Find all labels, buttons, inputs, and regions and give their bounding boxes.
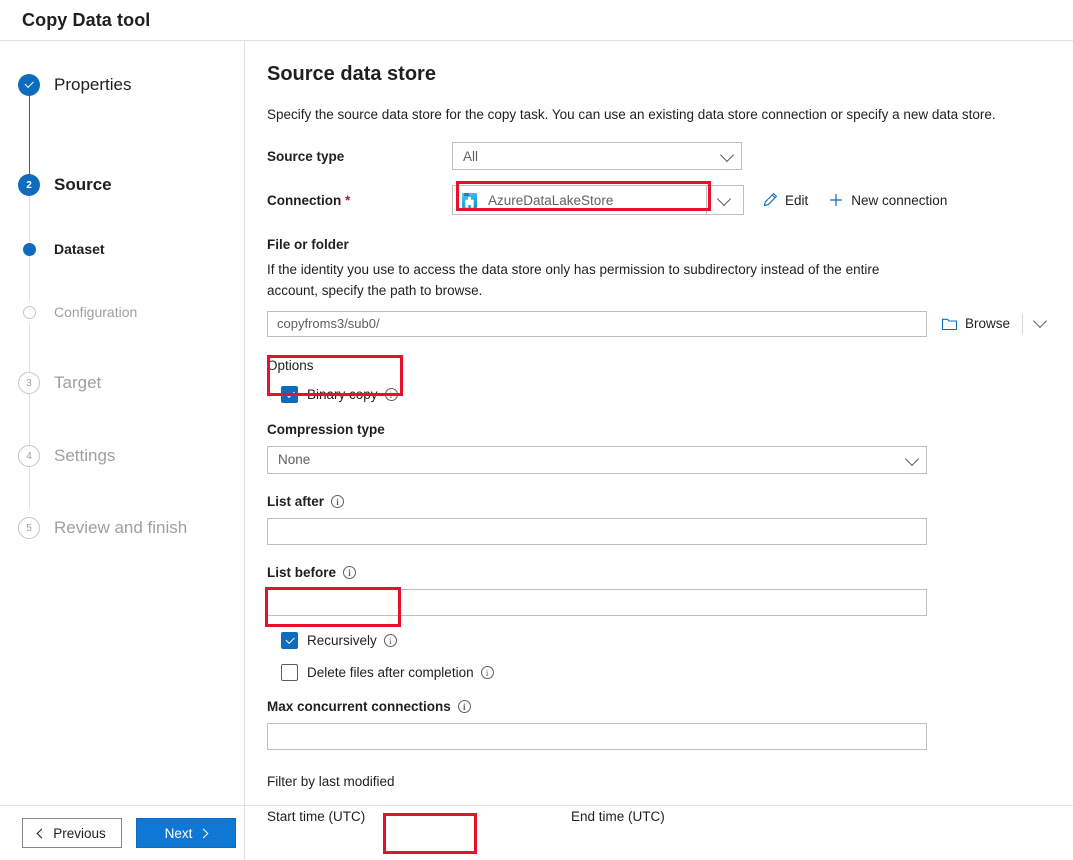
source-type-label: Source type xyxy=(267,148,345,164)
main-content: Source data store Specify the source dat… xyxy=(245,41,1073,860)
step-label-source: Source xyxy=(54,175,112,194)
delete-files-label: Delete files after completion xyxy=(307,664,474,680)
chevron-left-icon xyxy=(36,828,47,838)
step-number-4: 4 xyxy=(18,445,40,467)
file-path-input[interactable]: copyfroms3/sub0/ xyxy=(267,310,927,337)
sidebar-item-configuration[interactable]: Configuration xyxy=(0,294,244,330)
step-number-3: 3 xyxy=(18,372,40,394)
source-type-dropdown[interactable]: All xyxy=(452,142,742,170)
step-check-icon xyxy=(18,74,40,96)
compression-type-value: None xyxy=(278,452,311,468)
info-icon[interactable]: i xyxy=(457,699,471,713)
list-after-input[interactable] xyxy=(267,517,927,545)
chevron-down-icon[interactable] xyxy=(1032,314,1048,329)
list-before-input[interactable] xyxy=(267,588,927,616)
section-title: Source data store xyxy=(267,63,436,85)
step-label-dataset: Dataset xyxy=(54,241,105,257)
file-or-folder-title: File or folder xyxy=(267,237,349,252)
browse-group: Browse xyxy=(941,313,1048,334)
chevron-right-icon xyxy=(198,828,209,838)
delete-files-checkbox[interactable] xyxy=(281,663,298,681)
next-button[interactable]: Next xyxy=(136,818,236,848)
new-connection-label: New connection xyxy=(851,192,948,208)
binary-copy-label: Binary copy xyxy=(307,386,378,402)
wizard-footer: Previous Next xyxy=(0,805,1073,860)
connection-combobox[interactable]: AzureDataLakeStore xyxy=(452,185,744,215)
previous-button[interactable]: Previous xyxy=(22,818,122,848)
recursively-label: Recursively xyxy=(307,632,377,648)
wizard-steps: Properties 2 Source Dataset Configuratio… xyxy=(0,41,244,546)
file-path-row: copyfroms3/sub0/ Browse xyxy=(267,310,1073,337)
required-marker: * xyxy=(345,192,351,208)
max-concurrent-connections-label-row: Max concurrent connections i xyxy=(267,699,1073,714)
sidebar-item-review-and-finish[interactable]: 5 Review and finish xyxy=(0,510,244,546)
connection-value: AzureDataLakeStore xyxy=(488,192,614,208)
connection-row: Connection * AzureDataLakeStore Edit New… xyxy=(267,185,1073,215)
connection-dropdown-button[interactable] xyxy=(706,185,744,215)
sidebar-item-source[interactable]: 2 Source xyxy=(0,167,244,203)
app-header: Copy Data tool xyxy=(0,0,1073,41)
list-before-label: List before xyxy=(267,564,337,580)
delete-files-row[interactable]: Delete files after completion i xyxy=(281,663,1073,681)
list-after-label-row: List after i xyxy=(267,494,1073,509)
wizard-stepper-rail: Properties 2 Source Dataset Configuratio… xyxy=(0,41,245,860)
sidebar-item-dataset[interactable]: Dataset xyxy=(0,231,244,267)
file-or-folder-help: If the identity you use to access the da… xyxy=(267,262,880,298)
info-icon[interactable]: i xyxy=(343,565,357,579)
connection-input[interactable]: AzureDataLakeStore xyxy=(452,185,706,215)
plus-icon xyxy=(828,192,844,208)
sidebar-item-target[interactable]: 3 Target xyxy=(0,365,244,401)
max-concurrent-connections-label: Max concurrent connections xyxy=(267,698,451,714)
compression-type-label-row: Compression type xyxy=(267,422,1073,437)
info-icon[interactable]: i xyxy=(480,665,494,679)
section-description: Specify the source data store for the co… xyxy=(267,107,996,122)
browse-label: Browse xyxy=(965,316,1011,332)
chevron-down-icon xyxy=(904,451,920,466)
step-label-review-and-finish: Review and finish xyxy=(54,518,188,537)
list-after-label: List after xyxy=(267,493,325,509)
sidebar-item-properties[interactable]: Properties xyxy=(0,67,244,103)
step-number-5: 5 xyxy=(18,517,40,539)
source-type-value: All xyxy=(463,148,479,164)
previous-label: Previous xyxy=(53,825,106,841)
folder-icon xyxy=(941,316,958,331)
source-type-row: Source type All xyxy=(267,142,1073,170)
list-before-label-row: List before i xyxy=(267,565,1073,580)
connection-label: Connection * xyxy=(267,193,452,208)
step-label-settings: Settings xyxy=(54,446,116,465)
binary-copy-checkbox[interactable] xyxy=(281,385,298,403)
azure-data-lake-store-icon xyxy=(462,192,477,208)
binary-copy-row[interactable]: Binary copy i xyxy=(281,385,1073,403)
pencil-icon xyxy=(762,192,778,208)
compression-type-dropdown[interactable]: None xyxy=(267,445,927,474)
max-concurrent-connections-input[interactable] xyxy=(267,722,927,750)
sidebar-item-settings[interactable]: 4 Settings xyxy=(0,438,244,474)
page-title: Copy Data tool xyxy=(22,9,151,30)
toolbar-divider xyxy=(1022,313,1024,334)
step-number-2: 2 xyxy=(18,174,40,196)
new-connection-button[interactable]: New connection xyxy=(828,192,947,208)
edit-connection-button[interactable]: Edit xyxy=(762,192,808,208)
page-body: Properties 2 Source Dataset Configuratio… xyxy=(0,41,1073,860)
options-title: Options xyxy=(267,357,314,373)
info-icon[interactable]: i xyxy=(331,494,345,508)
compression-type-label: Compression type xyxy=(267,421,385,437)
info-icon[interactable]: i xyxy=(384,387,398,401)
edit-label: Edit xyxy=(785,192,809,208)
recursively-row[interactable]: Recursively i xyxy=(281,631,1073,649)
step-label-configuration: Configuration xyxy=(54,304,138,320)
connection-label-text: Connection xyxy=(267,192,342,208)
recursively-checkbox[interactable] xyxy=(281,631,298,649)
next-label: Next xyxy=(164,825,193,841)
step-circle-icon xyxy=(18,301,40,323)
filter-by-last-modified-title: Filter by last modified xyxy=(267,773,395,789)
step-label-properties: Properties xyxy=(54,75,132,94)
chevron-down-icon xyxy=(719,147,735,163)
browse-button[interactable]: Browse xyxy=(941,316,1010,331)
chevron-down-icon xyxy=(716,191,732,207)
step-label-target: Target xyxy=(54,373,102,392)
info-icon[interactable]: i xyxy=(383,633,397,647)
step-dot-icon xyxy=(18,238,40,260)
